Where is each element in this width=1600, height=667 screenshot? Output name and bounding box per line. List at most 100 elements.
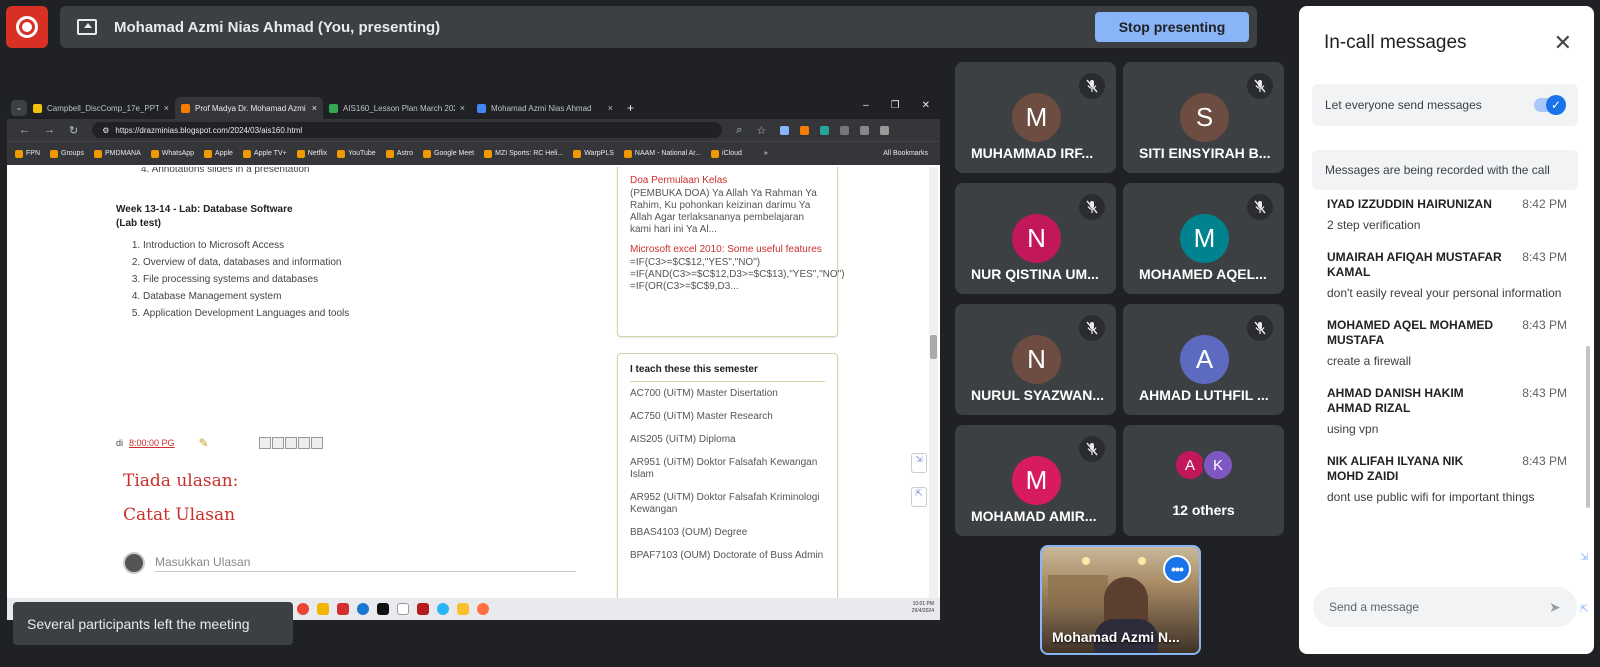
- more-bookmarks-icon[interactable]: »: [764, 150, 768, 157]
- mic-off-icon: [1247, 315, 1273, 341]
- message-header: NIK ALIFAH ILYANA NIK MOHD ZAIDI 8:43 PM: [1327, 454, 1567, 484]
- folder-icon[interactable]: [457, 603, 469, 615]
- participant-tile[interactable]: M MUHAMMAD IRF...: [955, 62, 1116, 173]
- course-link[interactable]: AC750 (UiTM) Master Research: [630, 411, 825, 423]
- tab-search-icon[interactable]: ⌄: [11, 100, 27, 116]
- tab-close-icon[interactable]: ×: [164, 103, 169, 113]
- extension-icon[interactable]: [860, 125, 870, 135]
- app-icon[interactable]: [417, 603, 429, 615]
- edit-pencil-icon[interactable]: ✎: [199, 436, 209, 450]
- blog-share-icon[interactable]: [271, 437, 284, 449]
- email-share-icon[interactable]: [258, 437, 271, 449]
- bookmark-item[interactable]: Apple: [204, 149, 233, 158]
- course-link[interactable]: BPAF7103 (OUM) Doctorate of Buss Admin: [630, 550, 825, 562]
- participant-tile[interactable]: S SITI EINSYIRAH B...: [1123, 62, 1284, 173]
- tab-close-icon[interactable]: ×: [608, 103, 613, 113]
- post-link-excel[interactable]: Microsoft excel 2010: Some useful featur…: [630, 244, 825, 255]
- bookmark-item[interactable]: YouTube: [337, 149, 376, 158]
- extension-icon[interactable]: [820, 125, 830, 135]
- course-link[interactable]: AR951 (UiTM) Doktor Falsafah Kewangan Is…: [630, 457, 825, 481]
- participant-tile[interactable]: N NURUL SYAZWAN...: [955, 304, 1116, 415]
- tab-close-icon[interactable]: ×: [460, 103, 465, 113]
- app-icon[interactable]: [317, 603, 329, 615]
- message-input[interactable]: Send a message ➤: [1313, 587, 1577, 627]
- back-icon[interactable]: ←: [19, 124, 30, 136]
- participant-avatar: M: [1012, 93, 1061, 142]
- extension-icon[interactable]: [800, 125, 810, 135]
- browser-tab[interactable]: Mohamad Azmi Nias Ahmad ×: [471, 97, 619, 119]
- mic-off-icon: [1079, 73, 1105, 99]
- bookmark-item[interactable]: iCloud: [711, 149, 742, 158]
- pinterest-share-icon[interactable]: [310, 437, 323, 449]
- browser-tab[interactable]: Prof Madya Dr. Mohamad Azmi ×: [175, 97, 323, 119]
- message-sender: AHMAD DANISH HAKIM AHMAD RIZAL: [1327, 386, 1464, 415]
- maximize-icon[interactable]: ❐: [891, 100, 900, 111]
- new-tab-icon[interactable]: +: [627, 101, 634, 115]
- extension-icon[interactable]: [840, 125, 850, 135]
- bookmark-item[interactable]: WhatsApp: [150, 149, 194, 158]
- chrome-icon[interactable]: [297, 603, 309, 615]
- app-icon[interactable]: [397, 603, 409, 615]
- bookmark-item[interactable]: MZI Sports: RC Heli...: [484, 149, 563, 158]
- others-tile[interactable]: AK 12 others: [1123, 425, 1284, 536]
- bookmark-item[interactable]: Apple TV+: [242, 149, 287, 158]
- course-link[interactable]: AIS205 (UiTM) Diploma: [630, 434, 825, 446]
- stop-presenting-button[interactable]: Stop presenting: [1095, 12, 1249, 42]
- bookmark-item[interactable]: Astro: [385, 149, 413, 158]
- all-bookmarks[interactable]: All Bookmarks: [883, 150, 928, 157]
- address-bar[interactable]: ⚙ https://drazminias.blogspot.com/2024/0…: [92, 122, 723, 138]
- browser-tab[interactable]: Campbell_DiscComp_17e_PPT ×: [27, 97, 175, 119]
- course-link[interactable]: BBAS4103 (OUM) Degree: [630, 527, 825, 539]
- record-icon: [16, 16, 38, 38]
- bookmark-item[interactable]: PMDMANA: [93, 149, 141, 158]
- minimize-icon[interactable]: –: [863, 100, 869, 111]
- bookmark-item[interactable]: Netflix: [296, 149, 327, 158]
- tab-close-icon[interactable]: ×: [312, 103, 317, 113]
- reload-icon[interactable]: ↻: [69, 124, 78, 137]
- browser-tab[interactable]: AIS160_Lesson Plan March 2024 ×: [323, 97, 471, 119]
- expand-icon[interactable]: ⇱: [911, 487, 927, 507]
- courses-widget: I teach these this semester AC700 (UiTM)…: [617, 353, 838, 598]
- participant-tile[interactable]: M MOHAMED AQEL...: [1123, 183, 1284, 294]
- puzzle-icon[interactable]: [880, 125, 890, 135]
- send-icon[interactable]: ➤: [1549, 599, 1565, 615]
- twitter-share-icon[interactable]: [284, 437, 297, 449]
- extension-icon[interactable]: [780, 125, 790, 135]
- bookmark-item[interactable]: FPN: [15, 149, 40, 158]
- bookmark-item[interactable]: Google Meet: [423, 149, 474, 158]
- close-window-icon[interactable]: ✕: [922, 100, 930, 111]
- collapse-icon[interactable]: ⇲: [1580, 552, 1598, 570]
- self-video-tile[interactable]: ••• Mohamad Azmi N...: [1040, 545, 1201, 655]
- app-icon[interactable]: [337, 603, 349, 615]
- app-icon[interactable]: [357, 603, 369, 615]
- page-scrollbar[interactable]: [929, 167, 938, 598]
- close-panel-icon[interactable]: ✕: [1554, 30, 1572, 56]
- site-info-icon[interactable]: ⚙: [102, 126, 109, 135]
- forward-icon[interactable]: →: [44, 124, 55, 136]
- expand-icon[interactable]: ⇱: [1580, 604, 1598, 622]
- bookmark-item[interactable]: Groups: [50, 149, 84, 158]
- messages-scrollbar[interactable]: [1586, 346, 1590, 508]
- posted-time-link[interactable]: 8:00:00 PG: [129, 438, 175, 448]
- participant-name: MOHAMED AQEL...: [1139, 266, 1267, 282]
- telegram-icon[interactable]: [437, 603, 449, 615]
- app-icon[interactable]: [477, 603, 489, 615]
- bookmark-item[interactable]: NAAM - National Ar...: [623, 149, 701, 158]
- bookmark-item[interactable]: WarpPLS: [573, 149, 614, 158]
- course-link[interactable]: AC700 (UiTM) Master Disertation: [630, 388, 825, 400]
- participant-tile[interactable]: N NUR QISTINA UM...: [955, 183, 1116, 294]
- send-messages-toggle[interactable]: ✓: [1534, 95, 1566, 115]
- collapse-icon[interactable]: ⇲: [911, 453, 927, 473]
- facebook-share-icon[interactable]: [297, 437, 310, 449]
- comment-input[interactable]: Masukkan Ulasan: [155, 555, 576, 572]
- participant-tile[interactable]: A AHMAD LUTHFIL ...: [1123, 304, 1284, 415]
- more-options-icon[interactable]: •••: [1163, 555, 1191, 583]
- chat-message: NIK ALIFAH ILYANA NIK MOHD ZAIDI 8:43 PM d…: [1327, 454, 1567, 508]
- course-link[interactable]: AR952 (UiTM) Doktor Falsafah Kriminologi…: [630, 492, 825, 516]
- zoom-icon[interactable]: ⌕: [736, 124, 742, 137]
- app-icon[interactable]: [377, 603, 389, 615]
- post-link-doa[interactable]: Doa Permulaan Kelas: [630, 175, 825, 186]
- recording-button[interactable]: [6, 6, 48, 48]
- participant-tile[interactable]: M MOHAMAD AMIR...: [955, 425, 1116, 536]
- bookmark-star-icon[interactable]: ☆: [756, 124, 766, 137]
